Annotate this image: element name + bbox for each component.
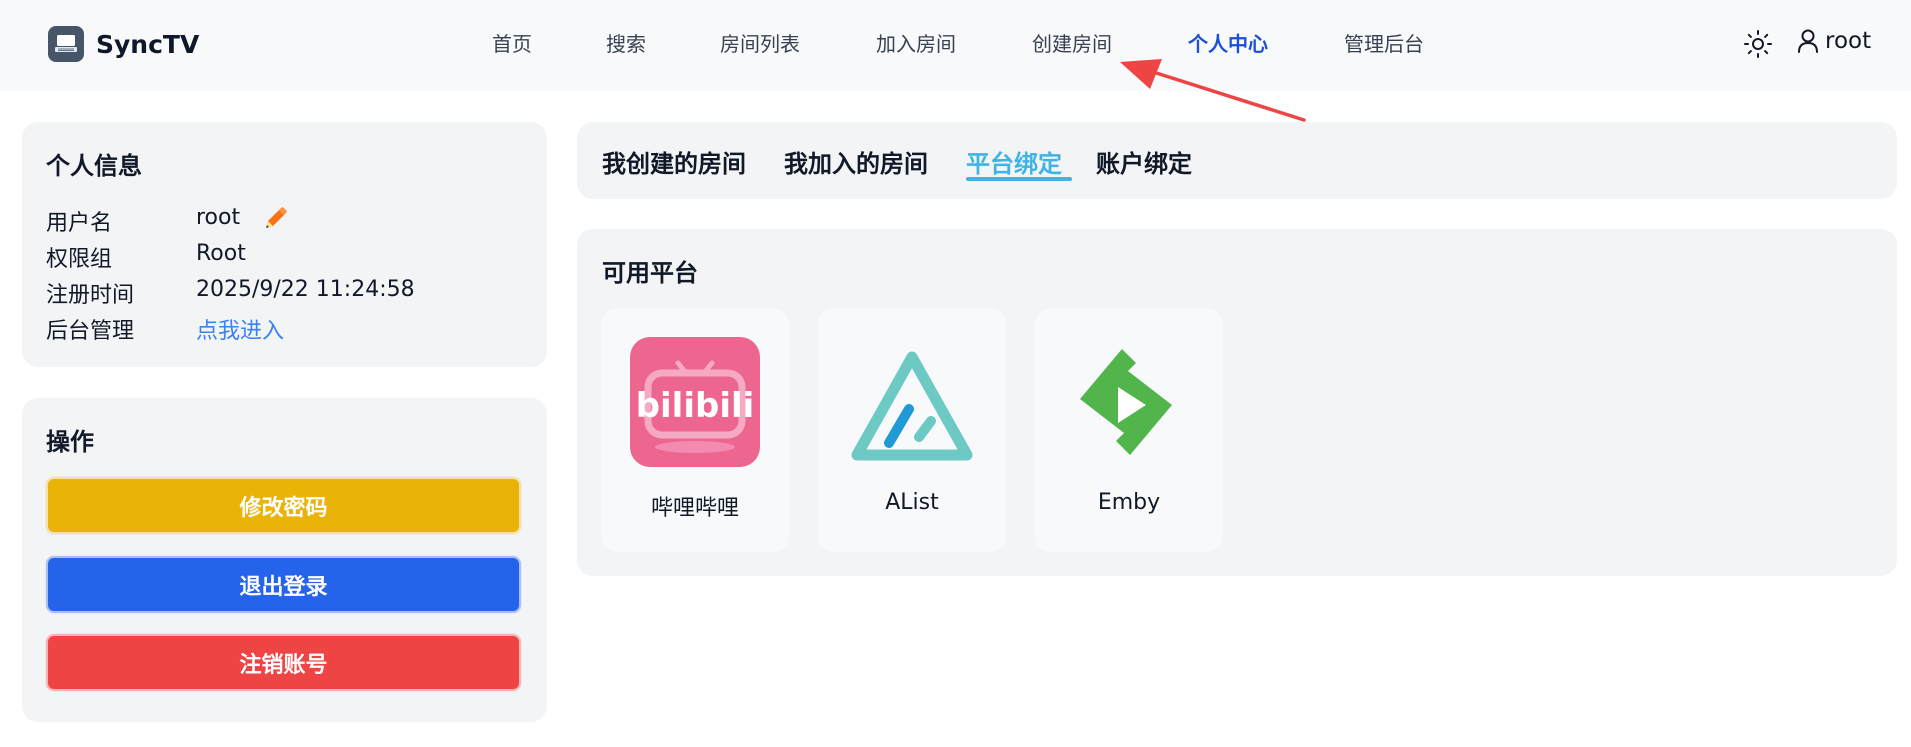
platforms-card-title: 可用平台: [602, 259, 698, 287]
platform-name: Emby: [1097, 490, 1161, 515]
nav-admin[interactable]: 管理后台: [1344, 28, 1424, 57]
register-time-value: 2025/9/22 11:24:58: [196, 277, 415, 302]
nav-create-room[interactable]: 创建房间: [1032, 28, 1112, 57]
platform-name: AList: [885, 490, 939, 515]
alist-icon: [851, 351, 973, 461]
user-icon: [1798, 29, 1818, 53]
tabs-bar: [577, 122, 1897, 199]
nav-search[interactable]: 搜索: [606, 28, 646, 57]
username-label: root: [1825, 28, 1872, 54]
register-time-label: 注册时间: [46, 283, 135, 308]
username-value: root: [196, 205, 241, 230]
sun-icon: [1744, 30, 1772, 58]
logout-button[interactable]: 退出登录: [46, 556, 521, 613]
main-nav: 首页 搜索 房间列表 加入房间 创建房间 个人中心 管理后台: [0, 28, 1911, 60]
change-password-button[interactable]: 修改密码: [46, 477, 521, 534]
actions-card-title: 操作: [46, 428, 94, 456]
role-label: 权限组: [46, 247, 113, 272]
profile-card-title: 个人信息: [46, 152, 142, 180]
tab-platform-binding[interactable]: 平台绑定: [966, 144, 1062, 179]
annotation-arrow-icon: [1120, 59, 1306, 122]
bilibili-icon: bilibili: [630, 337, 760, 467]
nav-room-list[interactable]: 房间列表: [720, 28, 800, 57]
theme-toggle-button[interactable]: [1743, 29, 1773, 59]
role-value: Root: [196, 241, 246, 266]
admin-label: 后台管理: [46, 319, 135, 344]
tab-account-binding[interactable]: 账户绑定: [1096, 144, 1192, 179]
active-tab-indicator: [966, 177, 1072, 181]
username-label: 用户名: [46, 211, 113, 236]
nav-user-center[interactable]: 个人中心: [1188, 28, 1268, 57]
platform-emby[interactable]: Emby: [1035, 308, 1223, 552]
tab-my-created-rooms[interactable]: 我创建的房间: [602, 144, 746, 179]
admin-enter-link[interactable]: 点我进入: [196, 313, 284, 345]
platform-name: 哔哩哔哩: [650, 496, 739, 521]
platform-bilibili[interactable]: bilibili 哔哩哔哩: [601, 308, 789, 552]
emby-icon: [1080, 349, 1172, 455]
top-navbar: SyncTV 首页 搜索 房间列表 加入房间 创建房间 个人中心 管理后台 ro…: [0, 0, 1911, 91]
tab-my-joined-rooms[interactable]: 我加入的房间: [784, 144, 928, 179]
user-menu-button[interactable]: root: [1797, 28, 1871, 54]
delete-account-button[interactable]: 注销账号: [46, 634, 521, 691]
svg-text:bilibili: bilibili: [636, 386, 755, 426]
nav-join-room[interactable]: 加入房间: [876, 28, 956, 57]
nav-home[interactable]: 首页: [492, 28, 532, 57]
platform-alist[interactable]: AList: [818, 308, 1006, 552]
edit-pencil-icon[interactable]: [262, 206, 288, 236]
